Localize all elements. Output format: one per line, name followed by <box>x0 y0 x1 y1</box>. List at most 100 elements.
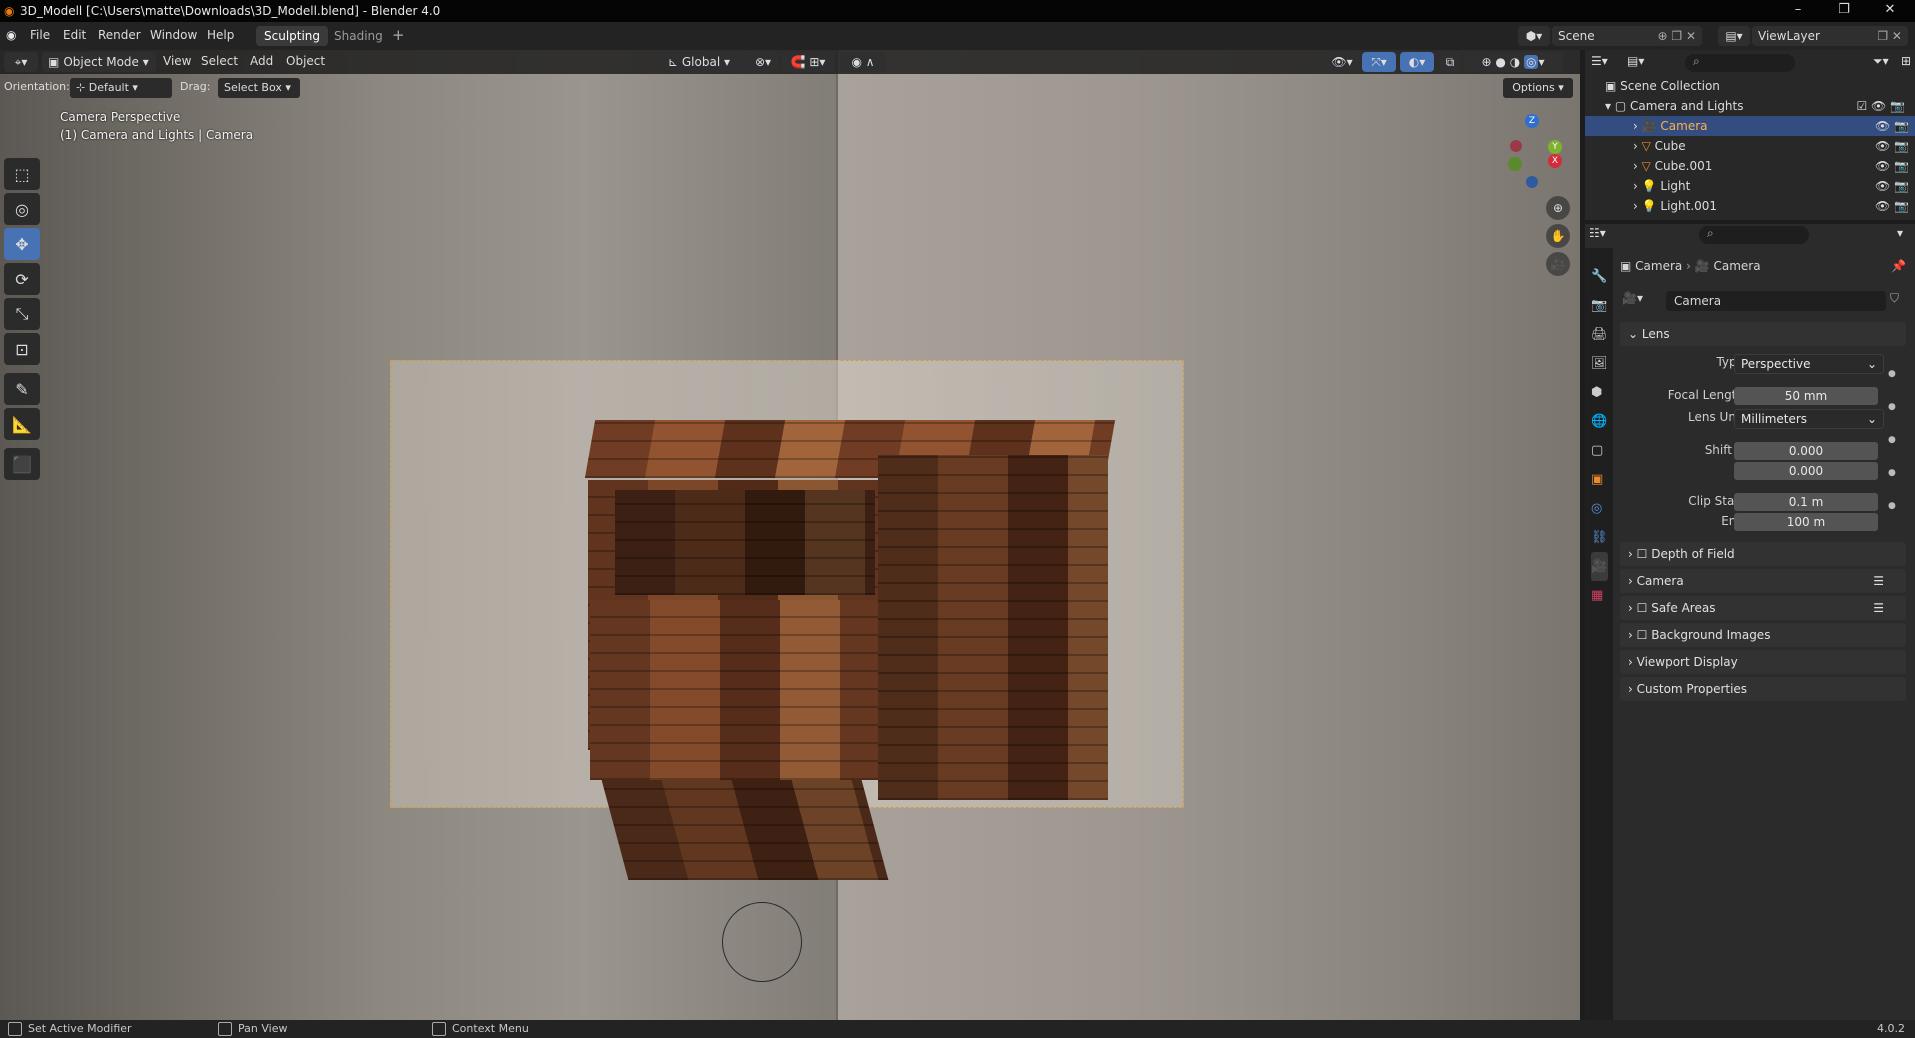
custom-properties-panel[interactable]: › Custom Properties <box>1620 677 1906 701</box>
viewlayer-tab-icon[interactable]: 🖼 <box>1591 349 1608 378</box>
pivot-point-button[interactable]: ⊗▾ <box>748 52 778 72</box>
datablock-name-field[interactable]: Camera <box>1666 291 1886 311</box>
rotate-tool[interactable]: ⟳ <box>4 263 40 295</box>
scene-icon-dropdown[interactable]: ⬢▾ <box>1518 26 1550 46</box>
solid-shading-icon[interactable]: ● <box>1495 55 1505 69</box>
scene-tab-icon[interactable]: ⬢ <box>1591 378 1608 407</box>
filter-icon[interactable]: ⏷▾ <box>1873 54 1889 69</box>
checkbox[interactable]: ☐ <box>1637 628 1652 642</box>
orientation-dropdown[interactable]: ⊹ Default ▾ <box>70 78 172 98</box>
outliner-editor-type-icon[interactable]: ☰▾ <box>1591 54 1608 68</box>
menu-edit[interactable]: Edit <box>63 28 86 42</box>
tab-shading[interactable]: Shading <box>326 26 391 46</box>
navigation-gizmo[interactable]: Z Y X <box>1500 110 1570 190</box>
expand-chevron-icon[interactable]: › <box>1633 159 1642 173</box>
expand-chevron-icon[interactable]: ▾ <box>1605 99 1615 113</box>
scene-selector[interactable]: Scene ⊕ ❐ ✕ <box>1552 26 1702 46</box>
visibility-toggle-icons[interactable]: 👁 📷 <box>1875 196 1909 216</box>
select-box-tool[interactable]: ⬚ <box>4 158 40 190</box>
expand-chevron-icon[interactable]: › <box>1633 119 1642 133</box>
outliner-search-input[interactable]: ⌕ <box>1685 54 1795 72</box>
viewport-menu-view[interactable]: View <box>163 54 191 68</box>
camera-panel[interactable]: › Camera ☰ <box>1620 569 1906 593</box>
pan-view-icon[interactable]: ✋ <box>1546 224 1570 248</box>
add-cube-tool[interactable]: ⬛ <box>4 448 40 480</box>
properties-editor-type-icon[interactable]: ☷▾ <box>1589 226 1606 240</box>
shift-y-field[interactable]: 0.000 <box>1734 462 1878 480</box>
gizmo-x-axis[interactable]: X <box>1548 154 1562 168</box>
shading-modes-group[interactable]: ⊕ ● ◑ ◎ ▾ <box>1464 52 1562 72</box>
pin-icon[interactable]: 📌 <box>1891 256 1906 276</box>
expand-chevron-icon[interactable]: › <box>1633 139 1642 153</box>
xray-toggle-button[interactable]: ⧉ <box>1440 52 1460 72</box>
display-mode-icon[interactable]: ▤▾ <box>1627 54 1644 68</box>
gizmo-y-axis[interactable]: Y <box>1548 140 1562 154</box>
blender-menu-icon[interactable]: ◉ <box>6 28 16 42</box>
constraints-tab-icon[interactable]: ⛓ <box>1591 523 1608 552</box>
tab-sculpting[interactable]: Sculpting <box>256 26 329 46</box>
menu-window[interactable]: Window <box>150 28 197 42</box>
minimize-button[interactable]: – <box>1783 2 1813 20</box>
options-dropdown[interactable]: Options ▾ <box>1503 78 1573 98</box>
material-shading-icon[interactable]: ◑ <box>1510 55 1520 69</box>
zoom-view-icon[interactable]: ⊕ <box>1546 196 1570 220</box>
maximize-button[interactable]: ❐ <box>1829 2 1859 20</box>
outliner-row-cube-001[interactable]: › ▽ Cube.001 👁 📷 <box>1585 156 1915 176</box>
background-images-panel[interactable]: › ☐ Background Images <box>1620 623 1906 647</box>
visibility-toggle-icons[interactable]: 👁 📷 <box>1875 116 1909 136</box>
texture-tab-icon[interactable]: ▦ <box>1591 581 1608 610</box>
viewport-menu-object[interactable]: Object <box>286 54 325 68</box>
mode-selector[interactable]: ▣ Object Mode ▾ <box>42 52 156 72</box>
gizmo-z-axis[interactable]: Z <box>1525 114 1539 128</box>
cursor-tool[interactable]: ◎ <box>4 193 40 225</box>
close-button[interactable]: ✕ <box>1875 2 1905 20</box>
collection-visibility-icons[interactable]: ☑ 👁 📷 <box>1856 96 1905 116</box>
outliner-row-camera[interactable]: › 🎥 Camera 👁 📷 <box>1585 116 1915 136</box>
lens-panel-header[interactable]: ⌄ Lens <box>1620 322 1906 346</box>
clip-start-field[interactable]: 0.1 m <box>1734 493 1878 511</box>
proportional-edit-button[interactable]: ◉ ∧ <box>840 52 886 72</box>
transform-tool[interactable]: ⊡ <box>4 333 40 365</box>
editor-type-button[interactable]: ⌖▾ <box>4 52 38 72</box>
move-tool[interactable]: ✥ <box>4 228 40 260</box>
shift-x-field[interactable]: 0.000 <box>1734 442 1878 460</box>
viewport-menu-add[interactable]: Add <box>250 54 273 68</box>
outliner-row-light[interactable]: › 💡 Light 👁 📷 <box>1585 176 1915 196</box>
pin-icon[interactable]: ⊕ ❐ ✕ <box>1658 26 1697 46</box>
focal-length-field[interactable]: 50 mm <box>1734 387 1878 405</box>
clip-end-field[interactable]: 100 m <box>1734 513 1878 531</box>
viewlayer-actions-icon[interactable]: ❐ ✕ <box>1877 26 1902 46</box>
viewport-menu-select[interactable]: Select <box>201 54 238 68</box>
drag-dropdown[interactable]: Select Box ▾ <box>218 78 300 98</box>
menu-file[interactable]: File <box>30 28 50 42</box>
transform-orientation-dropdown[interactable]: ⊾ Global ▾ <box>662 52 750 72</box>
viewport-display-panel[interactable]: › Viewport Display <box>1620 650 1906 674</box>
rendered-shading-icon[interactable]: ◎ <box>1524 55 1539 69</box>
visibility-toggle-icons[interactable]: 👁 📷 <box>1875 156 1909 176</box>
visibility-selectability-button[interactable]: 👁▾ <box>1325 52 1359 72</box>
gizmo-neg-y-axis[interactable] <box>1508 157 1522 171</box>
measure-tool[interactable]: 📐 <box>4 408 40 440</box>
add-workspace-button[interactable]: + <box>392 26 405 44</box>
gizmo-toggle-button[interactable]: ⤧▾ <box>1362 52 1396 72</box>
presets-list-icon[interactable]: ☰ <box>1873 569 1884 593</box>
physics-tab-icon[interactable]: ◎ <box>1591 494 1608 523</box>
viewlayer-selector[interactable]: ViewLayer ❐ ✕ <box>1752 26 1908 46</box>
gizmo-neg-x-axis[interactable] <box>1510 140 1522 152</box>
keyframe-dots[interactable]: ● ● ● ● ● <box>1888 358 1896 523</box>
visibility-toggle-icons[interactable]: 👁 📷 <box>1875 136 1909 156</box>
camera-view-icon[interactable]: 🎥 <box>1546 252 1570 276</box>
wireframe-shading-icon[interactable]: ⊕ <box>1481 55 1491 69</box>
expand-chevron-icon[interactable]: › <box>1633 199 1642 213</box>
collection-tab-icon[interactable]: ▢ <box>1591 436 1608 465</box>
overlays-toggle-button[interactable]: ◐▾ <box>1400 52 1434 72</box>
world-tab-icon[interactable]: 🌐 <box>1591 407 1608 436</box>
checkbox[interactable]: ☐ <box>1637 601 1652 615</box>
lens-type-dropdown[interactable]: Perspective ⌄ <box>1734 354 1884 374</box>
gizmo-neg-z-axis[interactable] <box>1526 176 1538 188</box>
render-tab-icon[interactable]: 📷 <box>1591 291 1608 320</box>
depth-of-field-panel[interactable]: › ☐ Depth of Field <box>1620 542 1906 566</box>
outliner-row-cube[interactable]: › ▽ Cube 👁 📷 <box>1585 136 1915 156</box>
properties-options-icon[interactable]: ▾ <box>1897 226 1903 240</box>
output-tab-icon[interactable]: 🖨 <box>1591 320 1608 349</box>
